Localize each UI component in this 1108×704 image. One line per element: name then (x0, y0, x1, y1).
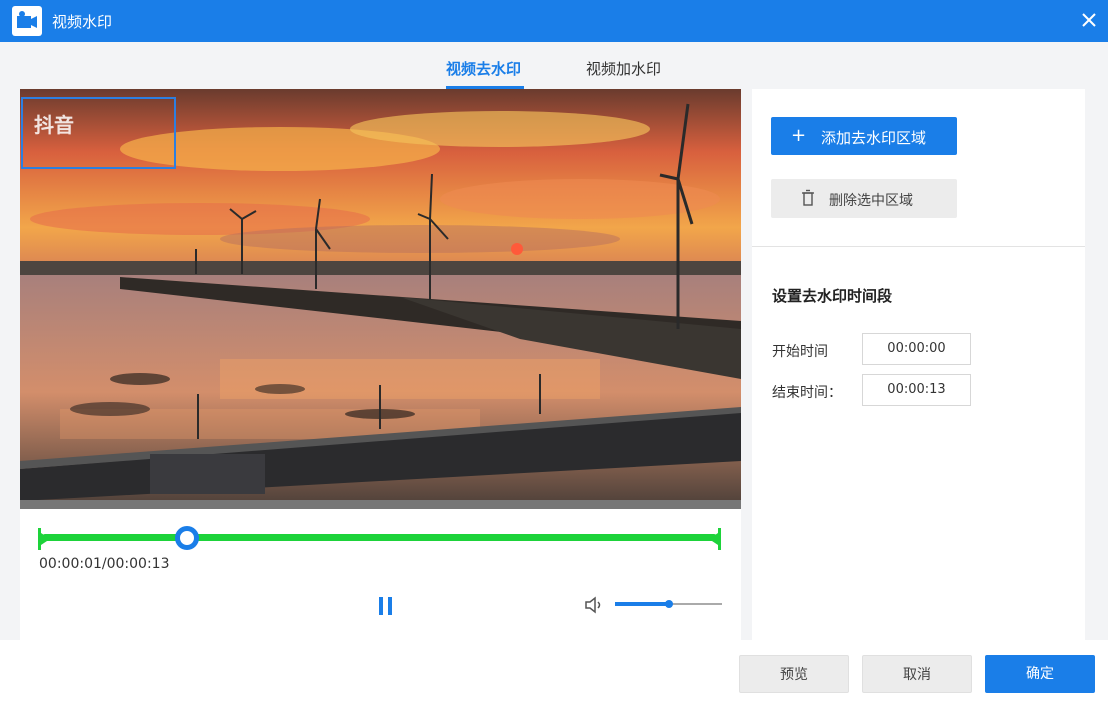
delete-region-button[interactable]: 删除选中区域 (771, 179, 957, 218)
plus-icon: + (791, 125, 807, 146)
confirm-button[interactable]: 确定 (985, 655, 1095, 693)
watermark-selection-box[interactable] (21, 97, 176, 169)
add-region-label: 添加去水印区域 (821, 129, 927, 147)
window-title: 视频水印 (52, 13, 113, 31)
delete-region-label: 删除选中区域 (829, 193, 913, 209)
preview-button[interactable]: 预览 (739, 655, 849, 693)
start-time-label: 开始时间 (772, 344, 828, 360)
tab-add-watermark[interactable]: 视频加水印 (586, 58, 661, 79)
app-logo-icon (12, 6, 42, 36)
cancel-button[interactable]: 取消 (862, 655, 972, 693)
add-region-button[interactable]: + 添加去水印区域 (771, 117, 957, 155)
video-player: 抖音 00:00:01/00:00:13 (20, 89, 741, 640)
playhead-handle[interactable] (174, 526, 199, 550)
side-panel: + 添加去水印区域 删除选中区域 设置去水印时间段 开始时间 00:00:00 … (752, 89, 1085, 640)
trash-icon (801, 189, 815, 207)
pause-icon[interactable] (376, 595, 396, 617)
end-time-label: 结束时间： (772, 385, 842, 401)
progress-track[interactable] (42, 534, 717, 541)
section-title: 设置去水印时间段 (772, 287, 893, 305)
video-frame[interactable]: 抖音 (20, 89, 741, 509)
title-bar: 视频水印 (0, 0, 1108, 42)
range-end-handle[interactable] (709, 528, 721, 550)
time-readout: 00:00:01/00:00:13 (39, 556, 170, 572)
close-icon[interactable] (1078, 9, 1100, 31)
end-time-input[interactable]: 00:00:13 (862, 374, 971, 406)
start-time-input[interactable]: 00:00:00 (862, 333, 971, 365)
volume-icon[interactable] (583, 595, 607, 615)
tab-bar: 视频去水印 视频加水印 (0, 42, 1108, 90)
volume-slider-thumb[interactable] (664, 600, 673, 608)
range-start-handle[interactable] (38, 528, 50, 550)
volume-slider-fill (615, 602, 669, 606)
footer-bar: 预览 取消 确定 (0, 640, 1108, 704)
divider (752, 246, 1085, 247)
tab-remove-watermark[interactable]: 视频去水印 (446, 58, 521, 79)
video-bottom-strip (20, 500, 741, 509)
